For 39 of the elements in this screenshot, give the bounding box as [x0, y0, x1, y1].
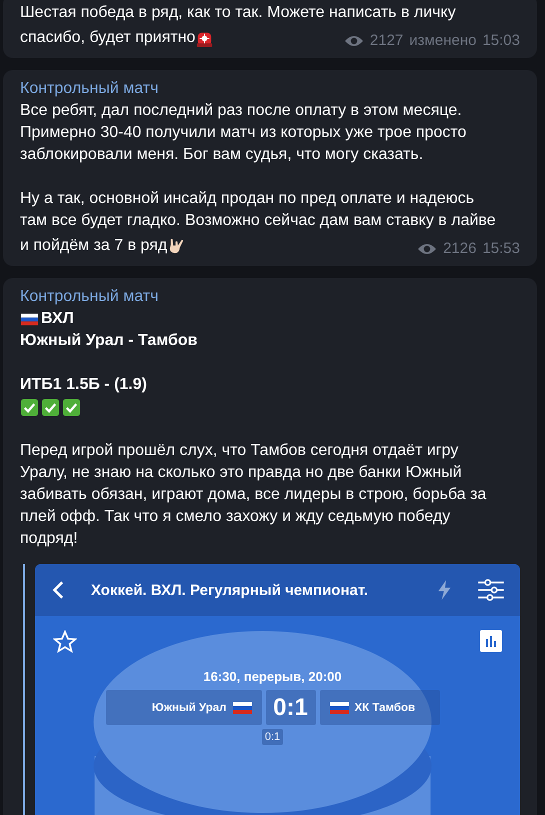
match-status: 16:30, перерыв, 20:00 — [203, 668, 342, 686]
message-time: 15:53 — [482, 239, 520, 259]
message-text: спасибо, будет приятно — [20, 28, 196, 48]
edited-label: изменено — [409, 31, 476, 51]
flag-icon — [232, 702, 252, 714]
message-text: заблокировали меня. Бог вам судья, что могу сказать. — [20, 145, 424, 165]
flag-icon — [330, 702, 348, 714]
check-mark-icon — [62, 398, 81, 416]
message-text: Перед игрой прошёл слух, что Тамбов сегодня отдаёт игру — [20, 441, 458, 461]
view-count: 2127 — [370, 31, 404, 51]
message-text: подряд! — [20, 529, 78, 549]
author-name[interactable]: Контрольный матч — [20, 286, 520, 308]
check-mark-icon — [41, 398, 60, 416]
message-text: Южный Урал - Тамбов — [20, 331, 198, 351]
star-icon[interactable] — [53, 630, 77, 654]
view-count: 2126 — [443, 239, 476, 259]
check-mark-icon — [20, 398, 39, 416]
views-icon — [417, 242, 438, 256]
stats-icon[interactable] — [480, 630, 502, 652]
message-text: Шестая победа в ряд, как то так. Можете написать в личку — [20, 3, 456, 23]
app-title: Хоккей. ВХЛ. Регулярный чемпионат. — [91, 582, 370, 598]
message-text: там все будет гладко. Возможно сейчас дам вам ставку в лайве — [20, 211, 496, 231]
message-text: Уралу, не знаю на сколько это правда но две банки Южный — [20, 463, 462, 483]
filter-icon[interactable] — [476, 578, 506, 602]
message-text: забивать обязан, играют дома, все лидеры в строю, борьба за — [20, 485, 486, 505]
author-name[interactable]: Контрольный матч — [20, 78, 520, 100]
period-score: 0:1 — [262, 729, 284, 745]
views-icon — [344, 34, 364, 48]
message-text: Ну а так, основной инсайд продан по пред оплате и надеюсь — [20, 189, 474, 209]
message-text: Примерно 30-40 получили матч из которых уже трое просто — [20, 123, 466, 143]
message-text: плей офф. Так что я смело захожу и жду седьмую победу — [20, 507, 450, 527]
message-text: ВХЛ — [41, 309, 74, 329]
message-text: и пойдём за 7 в ряд — [20, 236, 168, 256]
message-text: ИТБ1 1.5Б - (1.9) — [20, 375, 147, 395]
message-time: 15:03 — [482, 31, 520, 51]
team-name: Южный Урал — [152, 702, 226, 714]
match-score: 0:1 — [266, 690, 316, 725]
team-name: ХК Тамбов — [354, 702, 416, 714]
message-text: Все ребят, дал последний раз после оплату в этом месяце. — [20, 101, 462, 121]
